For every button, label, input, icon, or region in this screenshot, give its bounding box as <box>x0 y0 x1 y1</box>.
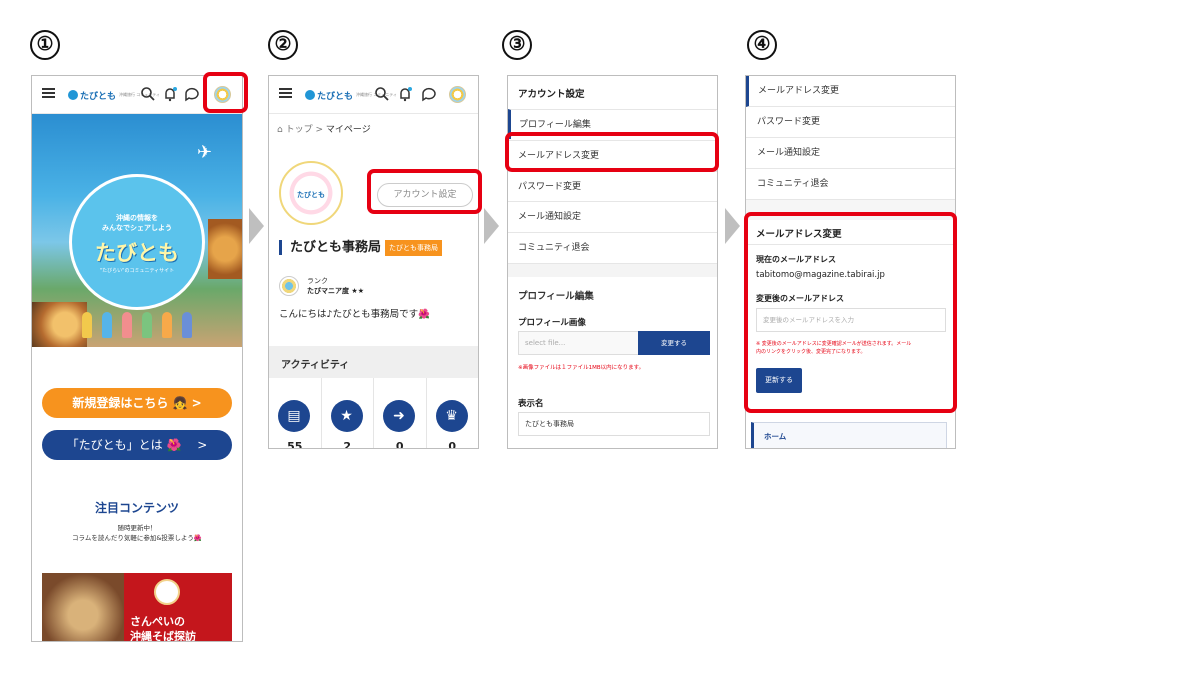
share-arrow-icon: ➜ <box>383 400 415 432</box>
change-image-button[interactable]: 変更する <box>638 331 710 355</box>
account-settings-title: アカウント設定 <box>518 89 585 100</box>
display-name-input[interactable]: たびとも事務局 <box>518 412 710 436</box>
breadcrumb-home[interactable]: トップ <box>286 125 313 135</box>
star-icon: ★ <box>330 400 363 432</box>
featured-subtitle-1: 随時更新中！ <box>117 524 157 532</box>
highlight-avatar <box>203 72 248 113</box>
user-badge: たびとも事務局 <box>385 240 442 256</box>
activity-grid: ▤ 55 ★ 2 ➜ 0 ♛ 0 <box>269 378 479 449</box>
hamburger-menu-icon[interactable] <box>42 88 55 98</box>
activity-posts[interactable]: ▤ 55 <box>269 378 322 449</box>
rank-value: たびマニア度 ★★ <box>307 287 364 295</box>
home-icon: ⌂ <box>277 125 283 135</box>
activity-crowns[interactable]: ♛ 0 <box>427 378 479 449</box>
activity-header: アクティビティ <box>269 346 478 378</box>
section-divider <box>508 263 717 277</box>
about-tabitomo-button[interactable]: 「たびとも」とは 🌺 > <box>42 430 232 460</box>
step-arrow-1 <box>249 208 264 244</box>
featured-content-title: 注目コンテンツ <box>94 501 179 515</box>
profile-edit-section-title: プロフィール編集 <box>518 291 594 302</box>
document-icon: ▤ <box>278 400 310 432</box>
logo-text: たびとも <box>317 90 354 101</box>
notification-bell-icon[interactable] <box>397 86 413 102</box>
menu-change-password[interactable]: パスワード変更 <box>746 107 955 138</box>
step-number-4: ④ <box>747 30 777 60</box>
notification-bell-icon[interactable] <box>162 86 178 102</box>
home-link[interactable]: ホーム <box>751 422 947 448</box>
search-icon[interactable] <box>374 86 390 102</box>
author-face-icon <box>154 579 180 605</box>
crown-icon: ♛ <box>435 400 468 432</box>
screen-2-my-page: たびとも 沖縄旅行 コミュニティ ⌂ トップ > マイページ たびとも アカウン… <box>268 75 479 449</box>
profile-image-label: プロフィール画像 <box>518 318 586 328</box>
mobile-header: たびとも 沖縄旅行 コミュニティ <box>269 76 478 114</box>
hero-title: たびとも <box>95 241 179 265</box>
search-icon[interactable] <box>140 86 156 102</box>
people-illustration <box>82 312 192 342</box>
featured-thumbnails: さんぺいの 沖縄そば探訪 <box>42 573 232 642</box>
featured-thumb-photo[interactable] <box>42 573 124 641</box>
chat-bubble-icon[interactable] <box>184 86 200 102</box>
breadcrumb: ⌂ トップ > マイページ <box>277 122 371 135</box>
register-button[interactable]: 新規登録はこちら 👧 > <box>42 388 232 418</box>
activity-title: アクティビティ <box>281 360 350 371</box>
menu-leave-community[interactable]: コミュニティ退会 <box>746 169 955 200</box>
hero-banner[interactable]: ✈ 沖縄の情報を みんなでシェアしよう たびとも "たびらい"のコミュニティサイ… <box>32 114 242 347</box>
hero-circle: 沖縄の情報を みんなでシェアしよう たびとも "たびらい"のコミュニティサイト <box>69 174 205 310</box>
activity-count: 0 <box>395 440 404 449</box>
hero-catch-line-2: みんなでシェアしよう <box>102 224 172 232</box>
logo-text: たびとも <box>80 90 117 101</box>
activity-count: 55 <box>287 440 303 449</box>
activity-count: 0 <box>448 440 457 449</box>
logo-mark-icon <box>305 90 315 100</box>
rank-icon <box>279 276 299 296</box>
hero-subtitle: "たびらい"のコミュニティサイト <box>99 268 175 274</box>
step-number-2: ② <box>268 30 298 60</box>
step-number-1: ① <box>30 30 60 60</box>
hero-catch-line-1: 沖縄の情報を <box>116 214 158 222</box>
user-avatar-icon[interactable] <box>449 86 466 103</box>
menu-notification-settings[interactable]: メール通知設定 <box>508 201 717 231</box>
user-name: たびとも事務局 <box>279 240 381 255</box>
airplane-icon: ✈ <box>197 142 213 163</box>
menu-change-password[interactable]: パスワード変更 <box>508 171 717 201</box>
featured-subtitle-2: コラムを読んだり気軽に参加&投票しよう🌺 <box>72 534 202 542</box>
step-arrow-3 <box>725 208 740 244</box>
thumb-title-line-2: 沖縄そば探訪 <box>130 630 196 642</box>
image-size-note: ※画像ファイルは１ファイル1MB以内になります。 <box>518 365 645 371</box>
highlight-account-settings <box>367 169 482 214</box>
rank-label: ランク <box>307 277 328 285</box>
step-number-3: ③ <box>502 30 532 60</box>
menu-leave-community[interactable]: コミュニティ退会 <box>508 232 717 262</box>
activity-shares[interactable]: ➜ 0 <box>374 378 427 449</box>
breadcrumb-current: マイページ <box>325 125 371 135</box>
profile-avatar: たびとも <box>279 161 343 225</box>
screen-1-top-page: たびとも 沖縄旅行 コミュニティ ✈ 沖縄の情報を みんなでシェアしよう たびと… <box>31 75 243 642</box>
food-photo <box>208 219 242 279</box>
logo-mark-icon <box>68 90 78 100</box>
highlight-change-email-form <box>744 212 957 413</box>
hamburger-menu-icon[interactable] <box>279 88 292 98</box>
greeting-text: こんにちは♪たびとも事務局です🌺 <box>279 309 430 320</box>
activity-stars[interactable]: ★ 2 <box>322 378 374 449</box>
activity-count: 2 <box>343 440 352 449</box>
step-arrow-2 <box>484 208 499 244</box>
menu-change-email[interactable]: メールアドレス変更 <box>746 76 955 107</box>
breadcrumb-separator: > <box>315 125 324 135</box>
chat-bubble-icon[interactable] <box>421 86 437 102</box>
profile-avatar-text: たびとも <box>297 191 325 199</box>
highlight-change-email <box>505 132 719 172</box>
thumb-title-line-1: さんぺいの <box>130 615 185 628</box>
file-select-input[interactable]: select file... <box>518 331 638 355</box>
menu-notification-settings[interactable]: メール通知設定 <box>746 138 955 169</box>
display-name-label: 表示名 <box>518 399 544 409</box>
food-photo-bottom <box>32 302 87 347</box>
featured-thumb-soba[interactable]: さんぺいの 沖縄そば探訪 <box>124 573 232 642</box>
